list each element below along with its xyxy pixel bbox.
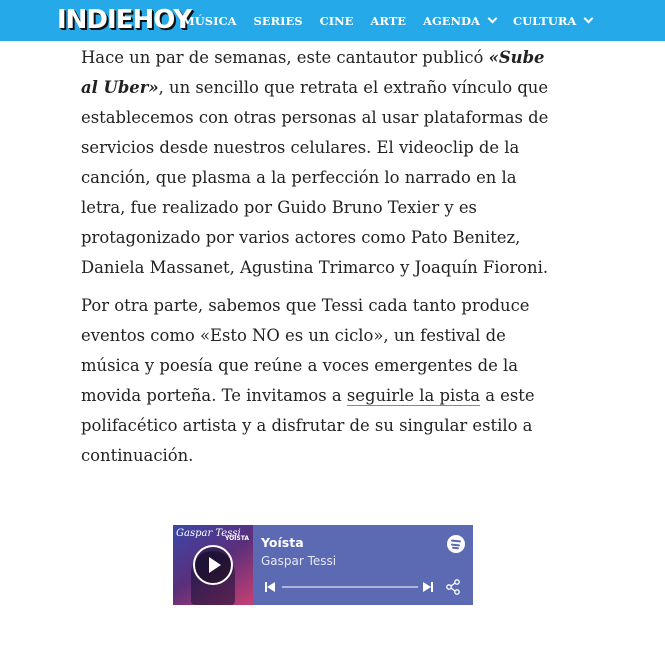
track-title[interactable]: Yoísta xyxy=(261,535,304,550)
spotify-logo-icon[interactable] xyxy=(447,535,465,553)
share-icon[interactable] xyxy=(445,579,461,595)
nav-series[interactable]: SERIES xyxy=(254,14,303,28)
paragraph-1-text-a: Hace un par de semanas, este cantautor p… xyxy=(81,48,489,67)
progress-bar[interactable] xyxy=(282,586,418,588)
nav-arte[interactable]: ARTE xyxy=(370,14,406,28)
nav-agenda-label: AGENDA xyxy=(423,13,480,28)
play-button[interactable] xyxy=(193,545,233,585)
nav-arte-label: ARTE xyxy=(370,13,407,28)
cover-title: YOÍSTA xyxy=(224,535,249,542)
album-cover: Gaspar Tessi YOÍSTA xyxy=(173,525,253,605)
top-navigation-bar: INDIEHOY MÚSICA SERIES CINE ARTE AGENDA … xyxy=(0,0,665,41)
paragraph-1-text-b: , un sencillo que retrata el extraño vín… xyxy=(81,78,549,277)
main-nav: MÚSICA SERIES CINE ARTE AGENDA CULTURA xyxy=(182,0,609,41)
spotify-embed-player: Gaspar Tessi YOÍSTA Yoísta Gaspar Tessi xyxy=(173,525,473,605)
nav-series-label: SERIES xyxy=(253,13,303,28)
next-track-icon[interactable] xyxy=(422,581,434,593)
previous-track-icon[interactable] xyxy=(264,581,276,593)
article-paragraph-2: Por otra parte, sabemos que Tessi cada t… xyxy=(81,291,561,471)
nav-agenda[interactable]: AGENDA xyxy=(423,13,498,28)
article-paragraph-1: Hace un par de semanas, este cantautor p… xyxy=(81,43,561,283)
nav-cultura[interactable]: CULTURA xyxy=(512,13,594,28)
artist-name[interactable]: Gaspar Tessi xyxy=(261,554,336,568)
chevron-down-icon xyxy=(583,13,594,24)
site-logo[interactable]: INDIEHOY xyxy=(57,2,192,38)
nav-musica[interactable]: MÚSICA xyxy=(182,14,237,28)
nav-cultura-label: CULTURA xyxy=(512,13,577,28)
nav-cine-label: CINE xyxy=(319,13,354,28)
article-body: Hace un par de semanas, este cantautor p… xyxy=(81,43,561,471)
seguirle-la-pista-link[interactable]: seguirle la pista xyxy=(346,386,480,406)
nav-musica-label: MÚSICA xyxy=(182,13,237,28)
chevron-down-icon xyxy=(487,13,498,24)
nav-cine[interactable]: CINE xyxy=(320,14,354,28)
